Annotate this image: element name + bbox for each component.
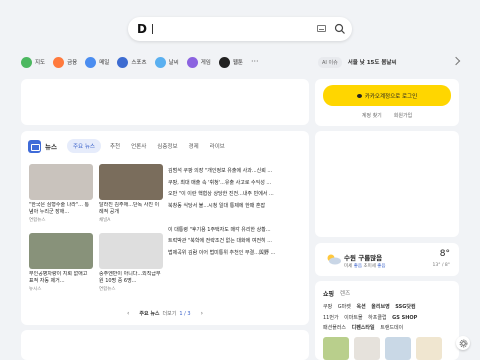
game-icon: [186, 56, 198, 68]
kakao-talk-icon: [356, 93, 362, 98]
shop-link[interactable]: 쿠팡: [323, 304, 332, 310]
product-image[interactable]: [416, 337, 442, 360]
news-thumb-item[interactable]: 달라진 김주애...단독 사진 이례적 공개 채널A: [99, 164, 163, 223]
shop-link[interactable]: 옥션: [356, 304, 365, 310]
partly-cloudy-icon: [327, 254, 341, 265]
login-card: 카카오계정으로 로그인 계정 찾기 회원가입: [315, 79, 459, 126]
chevron-right-icon: [451, 56, 461, 66]
shop-link-row: 11번가 이마트몰 하프클럽 GS SHOP: [323, 313, 453, 324]
news-pager: ‹ 주요 뉴스 더보기 1 / 3 ›: [126, 310, 203, 317]
tab-top-news[interactable]: 주요 뉴스: [66, 139, 101, 153]
news-thumb-item[interactable]: 중주엔만이 아니다...외직급무원 10명 중 6명... 연합뉴스: [99, 233, 163, 292]
shop-link-row: 패션플러스 디펜스타일 트랜드데이: [323, 323, 453, 334]
search-icon[interactable]: [334, 23, 346, 35]
tab-in-depth[interactable]: 심층정보: [157, 142, 177, 150]
bottom-widget: [21, 330, 309, 360]
mail-icon: [85, 56, 97, 68]
product-image[interactable]: [354, 337, 380, 360]
headline-item[interactable]: 이 대통령 "후기용 1주택자도 매각 유리한 상황...: [168, 225, 302, 237]
shop-link[interactable]: 올리브영: [371, 304, 389, 310]
gear-icon: [459, 339, 467, 347]
weather-icon: [154, 56, 166, 68]
next-page-button[interactable]: ›: [201, 310, 203, 317]
news-thumb-item[interactable]: 무인공병차량이 지뢰 없애고 표적 자동 제거... 뉴시스: [29, 233, 93, 292]
ad-banner[interactable]: [21, 79, 309, 125]
sports-icon: [117, 56, 129, 68]
weather-card[interactable]: 수원 구름많음 미세 좋음 초미세 좋음 8° 13° / 8°: [315, 243, 459, 276]
product-image[interactable]: [323, 337, 349, 360]
shop-link[interactable]: 패션플러스: [323, 325, 346, 331]
headline-list: 김범석 쿠팡 의장 "개인정보 유출에 사과...신뢰 ... 쿠팡, 최대 매…: [168, 166, 302, 260]
prev-page-button[interactable]: ‹: [127, 310, 129, 317]
shop-link[interactable]: G마켓: [338, 304, 351, 310]
webtoon-icon: [218, 56, 230, 68]
shortcut-bar: 지도 금융 메일 스포츠 날씨 게임 웹툰 ···: [21, 54, 267, 70]
shopping-card: 쇼핑 렌즈 쿠팡 G마켓 옥션 올리브영 SSG닷컴 11번가 이마트몰 하프클…: [315, 281, 459, 360]
shortcut-webtoon[interactable]: 웹툰: [218, 54, 243, 70]
kakao-login-button[interactable]: 카카오계정으로 로그인: [323, 85, 451, 106]
weather-title: 수원 구름많음: [344, 254, 383, 262]
shopping-title[interactable]: 쇼핑: [323, 289, 334, 298]
air-quality: 미세 좋음 초미세 좋음: [344, 264, 386, 269]
more-link[interactable]: 더보기: [163, 310, 177, 317]
shop-link[interactable]: 11번가: [323, 315, 339, 321]
tab-recommended[interactable]: 추천: [110, 142, 120, 150]
tab-press[interactable]: 언론사: [131, 142, 146, 150]
keyboard-icon[interactable]: [317, 25, 326, 32]
news-title[interactable]: 뉴스: [45, 141, 57, 151]
headline-item[interactable]: 오만 "이 이란 핵협상 상당한 진전...내주 빈에서 ...: [168, 189, 302, 201]
shortcut-game[interactable]: 게임: [186, 54, 211, 70]
shortcut-finance[interactable]: 금융: [53, 54, 77, 70]
tab-economy[interactable]: 경제: [189, 142, 199, 150]
ai-issue-bar[interactable]: AI 이슈 서울 낮 15도 봄날씨: [318, 55, 461, 69]
ai-issue-badge: AI 이슈: [318, 56, 342, 68]
news-thumb-item[interactable]: "한국은 심형수술 나라"... 통념아 누리군 장애... 연합뉴스: [29, 164, 93, 223]
shopping-sub[interactable]: 렌즈: [340, 289, 350, 298]
more-dots-icon: ···: [250, 57, 259, 66]
ai-issue-text: 서울 낮 15도 봄날씨: [347, 60, 397, 66]
shop-link[interactable]: 하프클럽: [368, 315, 386, 321]
map-icon: [21, 56, 32, 68]
search-bar[interactable]: D: [128, 17, 352, 41]
daum-logo[interactable]: D: [137, 22, 147, 36]
headline-item[interactable]: 트럭박관 "북학에 전략조건 없는 대화에 여전히 ...: [168, 236, 302, 248]
finance-icon: [53, 56, 65, 68]
shortcut-weather[interactable]: 날씨: [154, 54, 179, 70]
news-icon: [28, 139, 41, 153]
shop-thumbs: [323, 337, 447, 360]
shop-link[interactable]: 디펜스타일: [352, 325, 375, 331]
tab-live[interactable]: 라이브: [210, 142, 225, 150]
signup-link[interactable]: 회원가입: [394, 112, 412, 119]
shop-link[interactable]: 트랜드데이: [380, 325, 403, 331]
side-widget: [315, 131, 459, 237]
shortcut-more-button[interactable]: ···: [251, 54, 259, 70]
shortcut-map[interactable]: 지도: [21, 54, 45, 70]
settings-button[interactable]: [456, 336, 470, 350]
shortcut-mail[interactable]: 메일: [85, 54, 109, 70]
shortcut-sports[interactable]: 스포츠: [117, 54, 147, 70]
news-thumb-image: [99, 233, 163, 269]
shop-link[interactable]: 이마트몰: [344, 315, 362, 321]
shop-link-row: 쿠팡 G마켓 옥션 올리브영 SSG닷컴: [323, 302, 453, 313]
headline-item[interactable]: 김범석 쿠팡 의장 "개인정보 유출에 사과...신뢰 ...: [168, 166, 302, 178]
shop-link[interactable]: SSG닷컴: [395, 304, 415, 310]
search-input[interactable]: [152, 24, 153, 34]
news-card: 뉴스 주요 뉴스 추천 언론사 심층정보 경제 라이브 "한국은 심형수술 나라…: [21, 131, 309, 325]
current-temp: 8°: [439, 249, 450, 259]
headline-item[interactable]: 북창동 식당서 불...시청 일대 통제에 한때 혼잡: [168, 201, 302, 213]
news-thumb-image: [29, 233, 93, 269]
temp-range: 13° / 8°: [432, 263, 450, 268]
news-thumb-image: [99, 164, 163, 200]
find-account-link[interactable]: 계정 찾기: [362, 112, 382, 119]
news-thumb-image: [29, 164, 93, 200]
product-image[interactable]: [385, 337, 411, 360]
headline-item[interactable]: 법제곡위 김람 이어 법미통위 추천인 부결...與野 ...: [168, 248, 302, 260]
shop-link[interactable]: GS SHOP: [392, 315, 417, 321]
headline-item[interactable]: 쿠팡, 최대 매출 속 '휘청'...유출 사고로 수익성 ...: [168, 178, 302, 190]
page-count: 1 / 3: [179, 310, 191, 317]
